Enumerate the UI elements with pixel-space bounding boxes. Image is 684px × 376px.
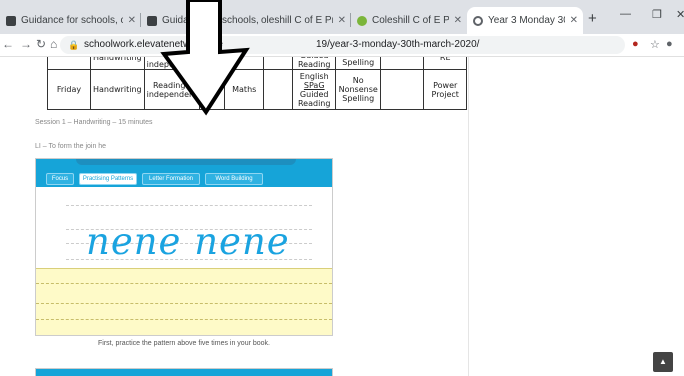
pattern-area: nene nene <box>36 187 332 268</box>
table-cell: Power Project <box>423 69 468 110</box>
app-header: Focus Practising Patterns Letter Formati… <box>36 159 332 187</box>
pattern-text: nene nene <box>86 220 290 263</box>
restore-icon[interactable]: ❐ <box>652 8 662 21</box>
close-window-icon[interactable]: ✕ <box>676 8 684 21</box>
learning-intention: LI – To form the join he <box>35 143 107 150</box>
browser-toolbar: ← → ↻ ⌂ 🔒 schoolwork.elevatenetworks.ne … <box>0 34 684 57</box>
globe-favicon-icon <box>473 15 483 26</box>
table-cell-day <box>47 57 91 70</box>
page-content: Handwriting independent Guided Reading N… <box>0 57 684 376</box>
tab-title: oleshill C of E Primary Schoo <box>261 15 333 26</box>
table-cell-day: Friday <box>47 69 91 110</box>
app-tab-word-building: Word Building <box>205 173 263 185</box>
table-cell <box>263 57 294 70</box>
handwriting-app-screenshot: Focus Practising Patterns Letter Formati… <box>35 158 333 336</box>
tab-year3-active[interactable]: Year 3 Monday 30th March 20 ✕ <box>467 7 583 34</box>
table-cell: Handwriting <box>90 57 145 70</box>
app-tab-letter-formation: Letter Formation <box>142 173 200 185</box>
table-cell <box>380 57 425 70</box>
table-cell: English SPaG Guided Reading <box>292 69 337 110</box>
new-tab-icon[interactable]: + <box>588 10 597 27</box>
tab-title: Guidance for schools, colleges <box>21 15 123 26</box>
session-heading: Session 1 – Handwriting – 15 minutes <box>35 119 153 126</box>
table-cell-line: English <box>299 71 329 81</box>
close-tab-icon[interactable]: ✕ <box>338 15 346 26</box>
app-tab-practising-patterns: Practising Patterns <box>79 173 137 185</box>
table-cell <box>380 69 425 110</box>
table-cell-line: Guided Reading <box>297 89 331 108</box>
tab-title: Coleshill C of E Primary Schoo <box>372 15 449 26</box>
lock-icon: 🔒 <box>68 40 80 50</box>
close-tab-icon[interactable]: ✕ <box>454 15 462 26</box>
table-cell: No Nonsense Spelling <box>335 69 382 110</box>
spag-link[interactable]: SPaG <box>295 81 333 90</box>
down-arrow-icon <box>160 0 250 116</box>
table-cell: RE <box>423 57 468 70</box>
sidebar-divider <box>468 57 469 376</box>
back-icon[interactable]: ← <box>2 37 14 51</box>
profile-icon[interactable]: ● <box>666 38 673 50</box>
minimize-icon[interactable]: — <box>620 8 631 20</box>
tab-guidance-1[interactable]: Guidance for schools, colleges ✕ <box>0 7 141 34</box>
table-cell: Guided Reading <box>292 57 337 70</box>
reload-icon[interactable]: ↻ <box>36 37 46 51</box>
site-favicon-icon <box>6 15 16 26</box>
bookmark-star-icon[interactable]: ☆ <box>650 38 660 51</box>
menu-icon[interactable]: ⋮ <box>680 38 684 51</box>
table-cell: Handwriting <box>90 69 145 110</box>
address-url-end: 19/year-3-monday-30th-march-2020/ <box>316 39 480 50</box>
home-icon[interactable]: ⌂ <box>50 37 57 51</box>
table-cell: Nonsense Spelling <box>335 57 382 70</box>
table-cell <box>263 69 294 110</box>
close-tab-icon[interactable]: ✕ <box>570 15 578 26</box>
handwriting-app-screenshot-2 <box>35 368 333 376</box>
leaf-favicon-icon <box>357 15 367 26</box>
tab-coleshill-2[interactable]: Coleshill C of E Primary Schoo ✕ <box>351 7 467 34</box>
app-tab-focus: Focus <box>46 173 74 185</box>
extension-icon[interactable]: ● <box>632 38 639 50</box>
tab-strip: Guidance for schools, colleges ✕ Guidanc… <box>0 0 684 34</box>
address-bar[interactable]: 🔒 schoolwork.elevatenetworks.ne 19/year-… <box>60 36 625 54</box>
forward-icon[interactable]: → <box>20 37 32 51</box>
scroll-to-top-icon[interactable]: ▲ <box>653 352 673 372</box>
tab-title: Year 3 Monday 30th March 20 <box>488 15 565 26</box>
tab-coleshill-1[interactable]: oleshill C of E Primary Schoo ✕ <box>261 7 351 34</box>
practice-lines <box>36 268 332 335</box>
close-tab-icon[interactable]: ✕ <box>128 15 136 26</box>
pattern-caption: First, practice the pattern above five t… <box>98 340 270 347</box>
